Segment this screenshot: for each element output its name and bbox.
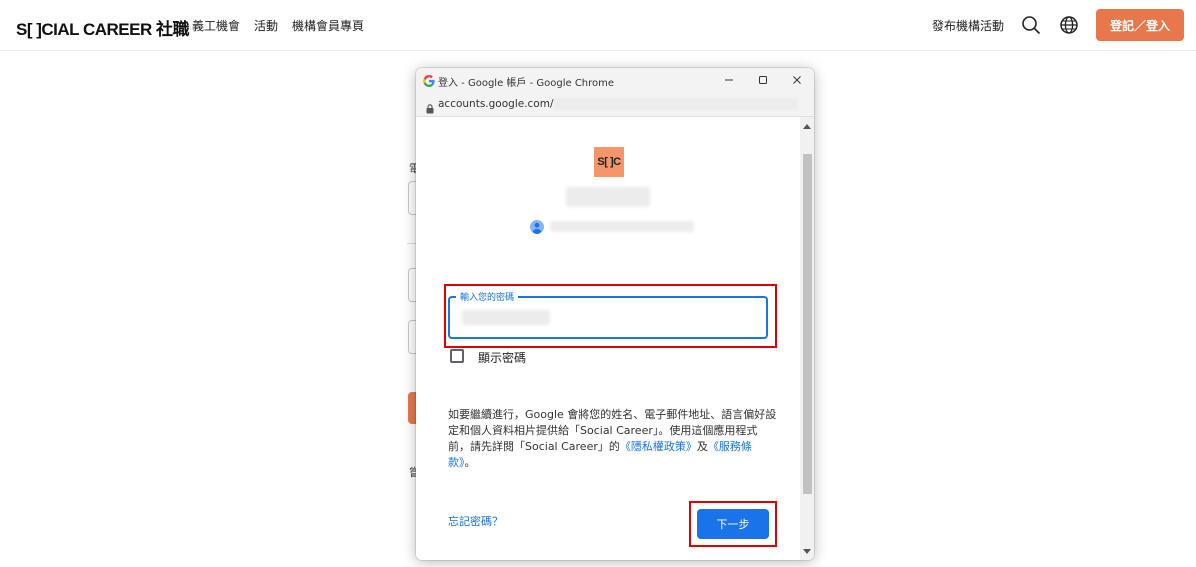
site-header: S[ ]CIAL CAREER 社職 義工機會 活動 機構會員專頁 發布機構活動… (0, 0, 1196, 51)
window-controls (712, 68, 814, 92)
scroll-up-icon[interactable] (803, 124, 811, 129)
privacy-policy-link[interactable]: 《隱私權政策》 (620, 440, 697, 453)
password-label: 輸入您的密碼 (456, 290, 519, 303)
post-event-link[interactable]: 發布機構活動 (932, 17, 1004, 34)
scroll-down-icon[interactable] (803, 549, 811, 554)
close-icon[interactable] (780, 68, 814, 92)
nav-volunteer-opportunities[interactable]: 義工機會 (192, 17, 240, 34)
search-icon[interactable] (1020, 14, 1042, 36)
login-register-button[interactable]: 登記／登入 (1095, 9, 1184, 41)
google-signin-popup: 登入 - Google 帳戶 - Google Chrome accounts.… (416, 68, 814, 560)
account-name-redacted (566, 187, 650, 207)
site-logo[interactable]: S[ ]CIAL CAREER 社職 (16, 15, 189, 40)
app-logo: S[ ]C (594, 147, 624, 177)
password-value-redacted (462, 310, 550, 325)
nav-events[interactable]: 活動 (254, 17, 278, 34)
account-email-redacted[interactable] (550, 221, 694, 232)
account-circle-icon (530, 219, 544, 234)
header-actions: 發布機構活動 登記／登入 (932, 9, 1184, 41)
scroll-thumb[interactable] (803, 154, 812, 494)
show-password-checkbox[interactable] (450, 349, 464, 363)
popup-titlebar[interactable]: 登入 - Google 帳戶 - Google Chrome (416, 68, 814, 92)
consent-text: 如要繼續進行，Google 會將您的姓名、電子郵件地址、語言偏好設定和個人資料相… (448, 407, 778, 471)
forgot-password-link[interactable]: 忘記密碼？ (448, 513, 503, 529)
lock-icon (426, 99, 434, 114)
url-redacted (554, 98, 798, 110)
consent-text-and: 及 (696, 440, 708, 453)
signin-content: S[ ]C 輸入您的密碼 顯示密碼 如要繼續進行，Google 會將您的姓名、電… (416, 117, 800, 560)
popup-title: 登入 - Google 帳戶 - Google Chrome (438, 78, 615, 89)
minimize-icon[interactable] (712, 68, 746, 92)
globe-icon[interactable] (1058, 14, 1080, 36)
popup-url[interactable]: accounts.google.com/ (438, 98, 554, 110)
show-password-label[interactable]: 顯示密碼 (478, 349, 526, 366)
google-g-icon (422, 73, 436, 87)
maximize-icon[interactable] (746, 68, 780, 92)
popup-addressbar: accounts.google.com/ (416, 92, 814, 117)
consent-text-end: 。 (464, 456, 476, 469)
nav-organization-member-page[interactable]: 機構會員專頁 (292, 17, 364, 34)
main-nav: 義工機會 活動 機構會員專頁 (192, 17, 364, 34)
next-button[interactable]: 下一步 (697, 509, 769, 539)
